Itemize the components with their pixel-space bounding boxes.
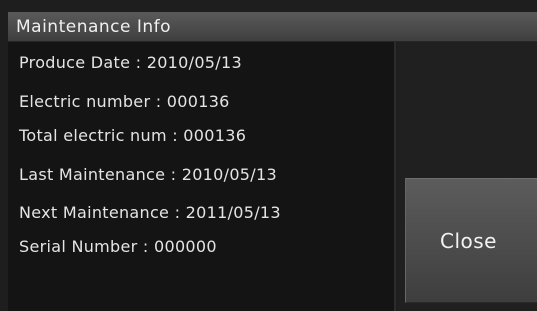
maintenance-info-dialog: Maintenance Info Produce Date : 2010/05/… xyxy=(0,0,537,311)
close-button[interactable]: Close xyxy=(405,178,537,303)
info-panel: Produce Date : 2010/05/13 Electric numbe… xyxy=(8,42,396,311)
title-bar: Maintenance Info xyxy=(8,12,537,42)
electric-number-text: Electric number : 000136 xyxy=(19,92,230,111)
next-maintenance-text: Next Maintenance : 2011/05/13 xyxy=(19,203,281,222)
close-button-label: Close xyxy=(440,228,497,253)
serial-number-text: Serial Number : 000000 xyxy=(19,237,217,256)
produce-date-text: Produce Date : 2010/05/13 xyxy=(19,53,242,72)
total-electric-num-text: Total electric num : 000136 xyxy=(19,126,247,145)
last-maintenance-text: Last Maintenance : 2010/05/13 xyxy=(19,165,277,184)
dialog-title: Maintenance Info xyxy=(16,17,172,37)
